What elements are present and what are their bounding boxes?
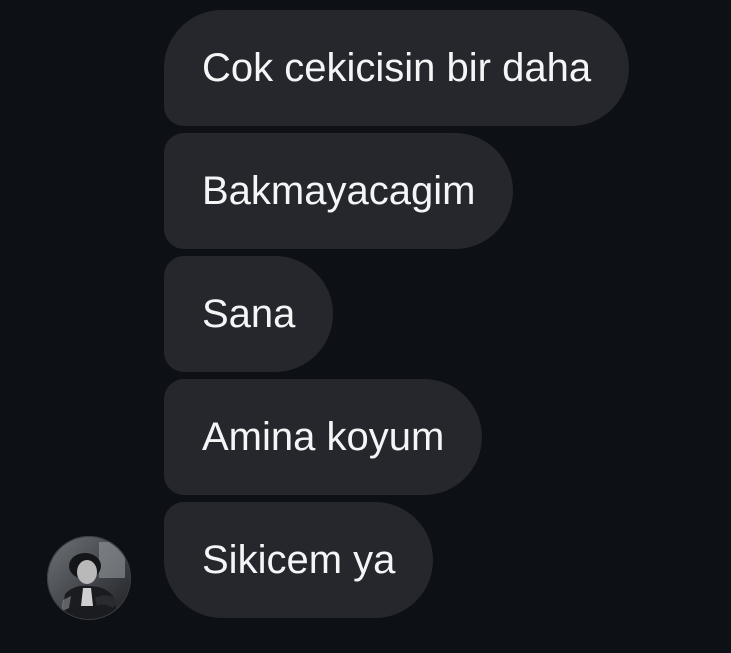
message-bubble[interactable]: Cok cekicisin bir daha [164,10,630,126]
message-bubble[interactable]: Sana [164,256,334,372]
message-text: Bakmayacagim [202,169,476,213]
message-text: Sana [202,292,296,336]
message-text: Cok cekicisin bir daha [202,46,592,90]
message-bubble[interactable]: Amina koyum [164,379,483,495]
message-thread: Cok cekicisin bir daha Bakmayacagim Sana… [0,0,731,653]
message-text: Amina koyum [202,415,445,459]
sender-avatar[interactable] [47,536,131,620]
profile-photo-avatar-icon [47,536,131,620]
message-bubble[interactable]: Sikicem ya [164,502,434,618]
message-bubble[interactable]: Bakmayacagim [164,133,514,249]
message-text: Sikicem ya [202,538,396,582]
